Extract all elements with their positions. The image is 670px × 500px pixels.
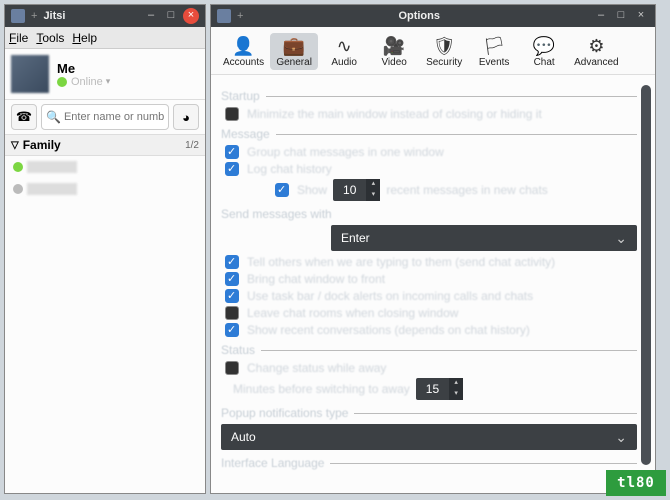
me-name: Me (57, 61, 199, 76)
expand-icon: ▽ (11, 140, 19, 151)
search-icon: 🔍 (46, 110, 61, 124)
opt-log-history: Log chat history (247, 162, 332, 176)
opt-leave-rooms: Leave chat rooms when closing window (247, 306, 458, 320)
close-button[interactable]: × (183, 8, 199, 24)
spinner-up[interactable]: ▴ (366, 179, 380, 190)
opt-change-status: Change status while away (247, 361, 386, 375)
opt-group-chat: Group chat messages in one window (247, 145, 444, 159)
section-send-with: Send messages with (221, 207, 332, 221)
status-dot-online (57, 77, 67, 87)
shield-icon: 🛡 (424, 35, 464, 57)
chevron-down-icon: ▾ (106, 76, 111, 87)
group-name: Family (23, 138, 61, 152)
group-header-family[interactable]: ▽ Family 1/2 (5, 135, 205, 156)
section-lang: Interface Language (221, 456, 324, 470)
status-dot-offline (13, 184, 23, 194)
section-startup: Startup (221, 89, 260, 103)
opt-minimize: Minimize the main window instead of clos… (247, 107, 542, 121)
popup-type-dropdown[interactable]: Auto (221, 424, 637, 450)
opt-recent-conv: Show recent conversations (depends on ch… (247, 323, 530, 337)
tab-advanced[interactable]: ⚙Advanced (570, 33, 622, 70)
maximize-button[interactable]: □ (613, 8, 629, 24)
contact-item-2[interactable] (5, 178, 205, 200)
tab-accounts[interactable]: 👤Accounts (219, 33, 268, 70)
status-selector[interactable]: Online ▾ (57, 76, 199, 88)
options-title: Options (249, 10, 589, 22)
opt-show: Show (297, 183, 327, 197)
contact-name (27, 183, 77, 195)
watermark: tl80 (606, 470, 666, 496)
minimize-button[interactable]: – (593, 8, 609, 24)
checkbox-change-status[interactable] (225, 361, 239, 375)
contact-name (27, 161, 77, 173)
status-dot-online (13, 162, 23, 172)
menu-help[interactable]: Help (72, 31, 97, 45)
main-title: Jitsi (43, 10, 139, 22)
checkbox-taskbar[interactable] (225, 289, 239, 303)
checkbox-recent-conv[interactable] (225, 323, 239, 337)
tab-security[interactable]: 🛡Security (420, 33, 468, 70)
avatar[interactable] (11, 55, 49, 93)
options-window: + Options – □ × 👤Accounts 💼General ∿Audi… (210, 4, 656, 494)
contact-item-1[interactable] (5, 156, 205, 178)
chat-icon: 💬 (524, 35, 564, 57)
checkbox-log-history[interactable] (225, 162, 239, 176)
checkbox-bring-front[interactable] (225, 272, 239, 286)
scrollbar[interactable] (641, 85, 651, 465)
app-icon (217, 9, 231, 23)
opt-taskbar: Use task bar / dock alerts on incoming c… (247, 289, 533, 303)
app-icon (11, 9, 25, 23)
menu-tools[interactable]: Tools (36, 31, 64, 45)
checkbox-group-chat[interactable] (225, 145, 239, 159)
tab-chat[interactable]: 💬Chat (520, 33, 568, 70)
send-key-dropdown[interactable]: Enter (331, 225, 637, 251)
person-icon: 👤 (223, 35, 264, 57)
opt-minutes-away: Minutes before switching to away (233, 382, 410, 396)
main-titlebar: + Jitsi – □ × (5, 5, 205, 27)
checkbox-show-recent[interactable] (275, 183, 289, 197)
section-popup: Popup notifications type (221, 406, 348, 420)
menu-bar: File Tools Help (5, 27, 205, 49)
opt-tell-others: Tell others when we are typing to them (… (247, 255, 555, 269)
maximize-button[interactable]: □ (163, 8, 179, 24)
add-tab-button[interactable]: + (237, 10, 243, 22)
gear-icon: ⚙ (574, 35, 618, 57)
close-button[interactable]: × (633, 8, 649, 24)
flag-icon: 🏳 (474, 35, 514, 57)
minimize-button[interactable]: – (143, 8, 159, 24)
history-button[interactable]: ◕ (173, 104, 199, 130)
options-titlebar: + Options – □ × (211, 5, 655, 27)
options-tabs: 👤Accounts 💼General ∿Audio 🎥Video 🛡Securi… (211, 27, 655, 75)
tab-video[interactable]: 🎥Video (370, 33, 418, 70)
search-box[interactable]: 🔍 (41, 104, 169, 130)
search-input[interactable] (64, 111, 164, 123)
menu-file[interactable]: File (9, 31, 28, 45)
checkbox-minimize[interactable] (225, 107, 239, 121)
status-text: Online (71, 76, 103, 88)
group-count: 1/2 (185, 140, 199, 151)
opt-bring-front: Bring chat window to front (247, 272, 385, 286)
tab-general[interactable]: 💼General (270, 33, 318, 70)
dialpad-button[interactable]: ☎ (11, 104, 37, 130)
away-minutes-spinner[interactable]: 15▴▾ (416, 378, 463, 400)
section-status: Status (221, 343, 255, 357)
add-tab-button[interactable]: + (31, 10, 37, 22)
spinner-down[interactable]: ▾ (449, 389, 463, 400)
checkbox-tell-others[interactable] (225, 255, 239, 269)
tab-events[interactable]: 🏳Events (470, 33, 518, 70)
checkbox-leave-rooms[interactable] (225, 306, 239, 320)
opt-show-tail: recent messages in new chats (386, 183, 547, 197)
spinner-up[interactable]: ▴ (449, 378, 463, 389)
equalizer-icon: ∿ (324, 35, 364, 57)
jitsi-main-window: + Jitsi – □ × File Tools Help Me Online … (4, 4, 206, 494)
camera-icon: 🎥 (374, 35, 414, 57)
recent-count-spinner[interactable]: 10▴▾ (333, 179, 380, 201)
search-toolbar: ☎ 🔍 ◕ (5, 100, 205, 135)
options-body: Startup Minimize the main window instead… (211, 75, 655, 489)
spinner-down[interactable]: ▾ (366, 190, 380, 201)
section-message: Message (221, 127, 270, 141)
me-section: Me Online ▾ (5, 49, 205, 100)
tab-audio[interactable]: ∿Audio (320, 33, 368, 70)
briefcase-icon: 💼 (274, 35, 314, 57)
